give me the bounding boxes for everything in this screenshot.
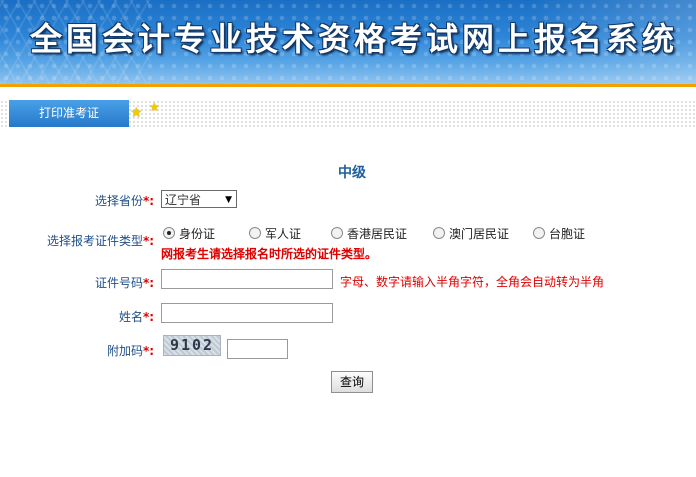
radio-label: 香港居民证 bbox=[347, 227, 408, 241]
exam-level: 中级 bbox=[338, 165, 366, 181]
header-divider bbox=[0, 84, 696, 87]
province-label-text: 选择省份 bbox=[95, 194, 144, 208]
radio-unselected-icon bbox=[331, 227, 343, 239]
captcha-input[interactable] bbox=[227, 339, 288, 359]
radio-label: 台胞证 bbox=[549, 227, 586, 241]
radio-unselected-icon bbox=[433, 227, 445, 239]
radio-macau-resident[interactable]: 澳门居民证 bbox=[433, 225, 509, 242]
radio-hongkong-resident[interactable]: 香港居民证 bbox=[331, 225, 407, 242]
province-label: 选择省份*: bbox=[95, 192, 154, 209]
required-mark: *: bbox=[143, 194, 155, 208]
radio-label: 军人证 bbox=[265, 227, 302, 241]
id-type-warning: 网报考生请选择报名时所选的证件类型。 bbox=[161, 247, 378, 261]
header-banner: 全国会计专业技术资格考试网上报名系统 bbox=[0, 0, 696, 84]
name-label: 姓名*: bbox=[119, 308, 154, 325]
required-mark: *: bbox=[143, 310, 155, 324]
province-select-value: 辽宁省 bbox=[165, 193, 202, 207]
radio-unselected-icon bbox=[249, 227, 261, 239]
radio-label: 身份证 bbox=[179, 227, 216, 241]
star-icon: ★ bbox=[149, 100, 160, 114]
id-type-label-text: 选择报考证件类型 bbox=[47, 234, 144, 248]
name-label-text: 姓名 bbox=[119, 310, 144, 324]
radio-military-id[interactable]: 军人证 bbox=[249, 225, 301, 242]
required-mark: *: bbox=[143, 276, 155, 290]
name-input[interactable] bbox=[161, 303, 333, 323]
id-type-label: 选择报考证件类型*: bbox=[47, 232, 154, 249]
dropdown-arrow-icon: ▼ bbox=[225, 195, 232, 205]
tab-print-admission-ticket[interactable]: 打印准考证 bbox=[9, 100, 129, 127]
radio-id-card[interactable]: 身份证 bbox=[163, 225, 215, 242]
tab-bar: 打印准考证 ★ ★ bbox=[0, 100, 696, 127]
required-mark: *: bbox=[143, 344, 155, 358]
query-button[interactable]: 查询 bbox=[331, 371, 373, 393]
radio-selected-icon bbox=[163, 227, 175, 239]
id-number-input[interactable] bbox=[161, 269, 333, 289]
captcha-label-text: 附加码 bbox=[107, 344, 144, 358]
radio-unselected-icon bbox=[533, 227, 545, 239]
id-number-label: 证件号码*: bbox=[95, 274, 154, 291]
captcha-image[interactable]: 9102 bbox=[163, 335, 221, 356]
radio-taiwan-compatriot[interactable]: 台胞证 bbox=[533, 225, 585, 242]
radio-label: 澳门居民证 bbox=[449, 227, 510, 241]
required-mark: *: bbox=[143, 234, 155, 248]
star-icon: ★ bbox=[130, 105, 143, 121]
id-number-label-text: 证件号码 bbox=[95, 276, 144, 290]
captcha-label: 附加码*: bbox=[107, 342, 154, 359]
province-select[interactable]: 辽宁省 ▼ bbox=[161, 190, 237, 208]
id-number-hint: 字母、数字请输入半角字符，全角会自动转为半角 bbox=[340, 275, 605, 289]
system-title: 全国会计专业技术资格考试网上报名系统 bbox=[30, 20, 679, 58]
